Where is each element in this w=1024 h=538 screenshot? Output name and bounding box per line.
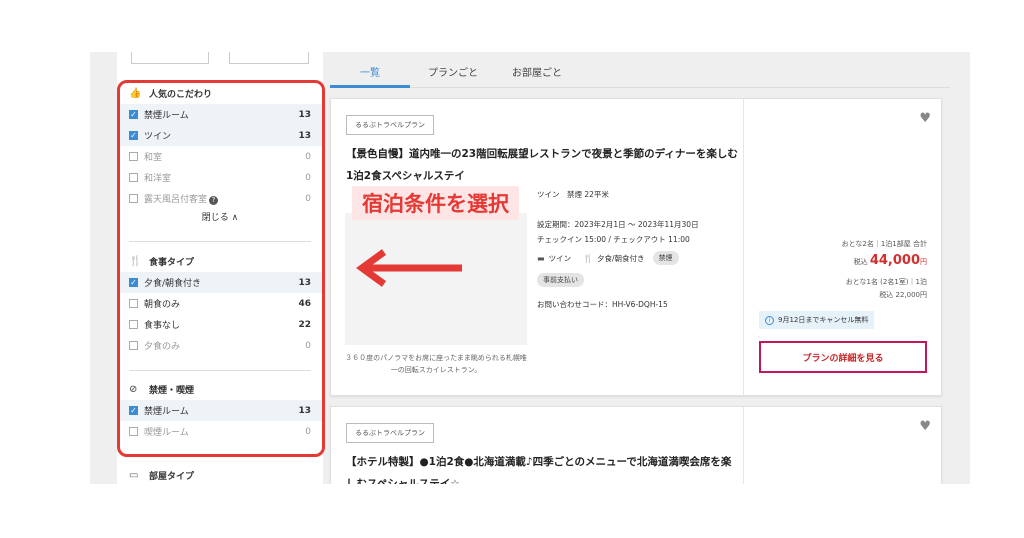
prepay-chip: 事前支払い bbox=[537, 273, 584, 287]
active-tab-indicator bbox=[330, 85, 410, 88]
tab-by-room[interactable]: お部屋ごと bbox=[512, 64, 562, 79]
plan-title[interactable]: 【景色自慢】道内唯一の23階回転展望レストランで夜景と季節のディナーを楽しむ1泊… bbox=[346, 143, 738, 187]
filter-group-room-type: ▭ 部屋タイプ bbox=[117, 464, 323, 484]
plan-card-price: ♥ bbox=[745, 407, 943, 484]
nonsmoking-chip: 禁煙 bbox=[652, 251, 679, 265]
plan-card-price: ♥ おとな2名｜1泊1部屋 合計 税込 44,000円 おとな1名 (2名1室)… bbox=[745, 99, 943, 395]
plan-card: るるぶトラベルプラン 【ホテル特製】●1泊2食●北海道満載♪四季ごとのメニューで… bbox=[330, 406, 942, 484]
room-info: ツイン 禁煙 22平米 bbox=[537, 190, 609, 199]
arrow-left-icon bbox=[356, 249, 462, 287]
bed-icon: ▭ bbox=[129, 469, 139, 481]
plan-attributes: ▬ ツイン 🍴 夕食/朝食付き 禁煙 bbox=[537, 251, 679, 265]
fork-knife-icon: 🍴 bbox=[583, 253, 594, 263]
tab-list[interactable]: 一覧 bbox=[360, 64, 380, 79]
plan-detail-button[interactable]: プランの詳細を見る bbox=[759, 341, 927, 373]
plan-tag: るるぶトラベルプラン bbox=[346, 115, 434, 135]
inquiry-code: お問い合わせコード：HH-V6-DQH-15 bbox=[537, 300, 668, 309]
max-price-input[interactable] bbox=[229, 52, 309, 64]
bed-icon: ▬ bbox=[537, 253, 545, 263]
plan-tag: るるぶトラベルプラン bbox=[346, 423, 434, 443]
tab-by-plan[interactable]: プランごと bbox=[428, 64, 478, 79]
min-price-input[interactable] bbox=[131, 52, 209, 64]
guest-summary: おとな2名｜1泊1部屋 合計 bbox=[841, 240, 927, 248]
per-person-price: 税込 22,000円 bbox=[879, 291, 927, 299]
annotation-frame bbox=[117, 80, 325, 457]
filter-group-title: ▭ 部屋タイプ bbox=[129, 469, 195, 482]
total-price: 税込 44,000円 bbox=[853, 253, 927, 268]
plan-card-main: るるぶトラベルプラン 【景色自慢】道内唯一の23階回転展望レストランで夜景と季節… bbox=[331, 99, 744, 395]
per-person-summary: おとな1名 (2名1室)｜1泊 bbox=[845, 278, 927, 286]
checkin-time: チェックイン 15:00 / チェックアウト 11:00 bbox=[537, 235, 690, 244]
favorite-heart-icon[interactable]: ♥ bbox=[919, 111, 931, 126]
favorite-heart-icon[interactable]: ♥ bbox=[919, 419, 931, 434]
plan-period: 設定期間：2023年2月1日 〜 2023年11月30日 bbox=[537, 220, 699, 229]
plan-title[interactable]: 【ホテル特製】●1泊2食●北海道満載♪四季ごとのメニューで北海道満喫会席を楽しむ… bbox=[346, 451, 738, 484]
image-caption: ３６０度のパノラマをお席に座ったまま眺められる札幌唯一の回転スカイレストラン。 bbox=[345, 354, 527, 374]
plan-card: るるぶトラベルプラン 【景色自慢】道内唯一の23階回転展望レストランで夜景と季節… bbox=[330, 98, 942, 396]
plan-card-main: るるぶトラベルプラン 【ホテル特製】●1泊2食●北海道満載♪四季ごとのメニューで… bbox=[331, 407, 744, 484]
view-tabs: 一覧 プランごと お部屋ごと bbox=[330, 52, 950, 88]
payment-attributes: 事前支払い bbox=[537, 273, 584, 287]
free-cancel-notice: i 9月12日までキャンセル無料 bbox=[759, 311, 875, 329]
info-icon: i bbox=[765, 315, 774, 325]
annotation-label: 宿泊条件を選択 bbox=[352, 186, 519, 220]
